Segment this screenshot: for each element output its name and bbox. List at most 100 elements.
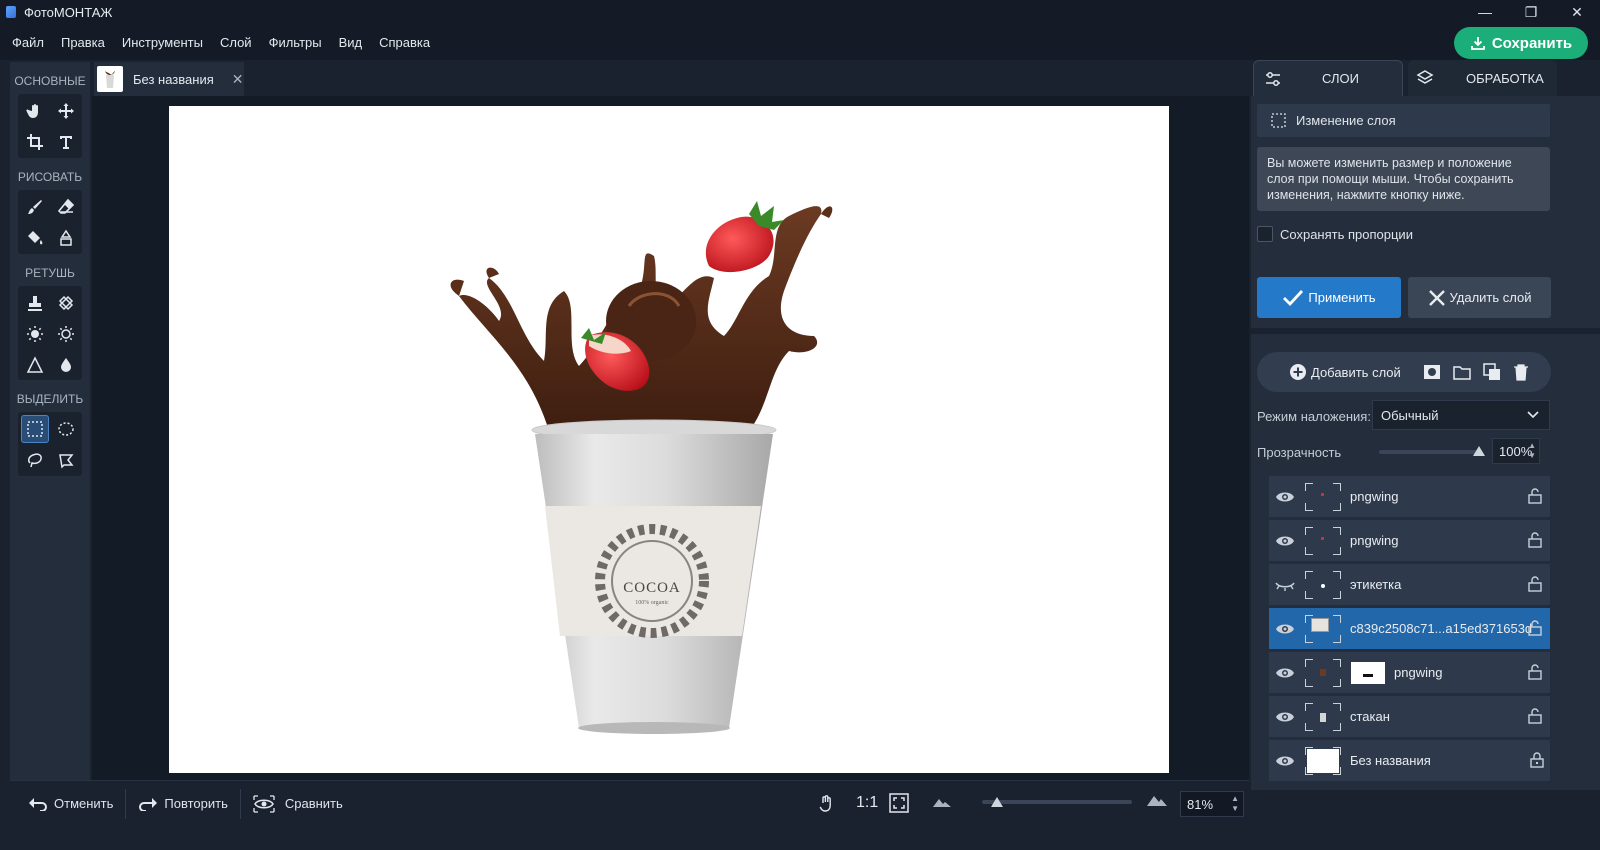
paint-bucket-icon — [28, 231, 43, 245]
tab-layers[interactable]: СЛОИ — [1253, 60, 1403, 96]
menu-edit[interactable]: Правка — [61, 35, 105, 50]
zoom-value: 81% — [1187, 796, 1214, 812]
layer-row[interactable]: Без названия — [1269, 740, 1550, 781]
shapes-tool[interactable] — [52, 224, 80, 252]
zoom-out-icon[interactable] — [932, 796, 952, 811]
blur-tool[interactable] — [52, 351, 80, 379]
layers-toolbar: Добавить слой — [1257, 352, 1551, 392]
layer-row[interactable]: стакан — [1269, 696, 1550, 737]
lock-closed-icon[interactable] — [1530, 752, 1544, 771]
lock-open-icon[interactable] — [1528, 576, 1544, 595]
zoom-slider-thumb[interactable] — [991, 797, 1003, 807]
redo-button[interactable]: Повторить — [138, 796, 228, 811]
mask-icon[interactable] — [1423, 364, 1441, 380]
text-icon — [60, 136, 72, 149]
section-select-label: ВЫДЕЛИТЬ — [16, 392, 84, 406]
layer-row[interactable]: pngwing — [1269, 652, 1550, 693]
eye-icon[interactable] — [1271, 491, 1299, 503]
restore-button[interactable]: ❐ — [1508, 0, 1554, 24]
lock-open-icon[interactable] — [1528, 532, 1544, 551]
stamp-tool[interactable] — [21, 289, 49, 317]
compare-button[interactable]: Сравнить — [253, 794, 343, 813]
layer-thumbnail — [1305, 570, 1341, 599]
rect-select-tool[interactable] — [21, 415, 49, 443]
ellipse-select-tool[interactable] — [52, 415, 80, 443]
menu-view[interactable]: Вид — [339, 35, 363, 50]
lock-open-icon[interactable] — [1528, 664, 1544, 683]
lock-open-icon[interactable] — [1528, 488, 1544, 507]
document-tab[interactable]: Без названия ✕ — [94, 62, 244, 96]
close-button[interactable]: ✕ — [1554, 0, 1600, 24]
opacity-value-field[interactable]: 100% ▲ ▼ — [1492, 438, 1540, 464]
redo-label: Повторить — [164, 796, 228, 811]
polygon-lasso-tool[interactable] — [52, 446, 80, 474]
folder-icon[interactable] — [1453, 364, 1471, 380]
eye-icon[interactable] — [1271, 623, 1299, 635]
fill-tool[interactable] — [21, 224, 49, 252]
burn-tool[interactable] — [52, 320, 80, 348]
text-tool[interactable] — [52, 128, 80, 156]
layer-name: стакан — [1350, 709, 1390, 724]
lock-open-icon[interactable] — [1528, 620, 1544, 639]
rect-select-icon — [1271, 113, 1286, 128]
menu-filters[interactable]: Фильтры — [269, 35, 322, 50]
zoom-slider[interactable] — [982, 800, 1132, 804]
pan-icon[interactable] — [816, 793, 836, 816]
eye-closed-icon[interactable] — [1271, 579, 1299, 591]
layer-row[interactable]: pngwing — [1269, 520, 1550, 561]
blend-mode-select[interactable]: Обычный — [1372, 400, 1550, 430]
menu-help[interactable]: Справка — [379, 35, 430, 50]
eye-icon[interactable] — [1271, 711, 1299, 723]
checkbox-box[interactable] — [1257, 226, 1273, 242]
undo-button[interactable]: Отменить — [28, 796, 113, 811]
eye-icon[interactable] — [1271, 755, 1299, 767]
tab-processing[interactable]: ОБРАБОТКА — [1408, 60, 1557, 96]
eraser-tool[interactable] — [52, 193, 80, 221]
close-tab-icon[interactable]: ✕ — [232, 71, 244, 88]
layer-row[interactable]: c839c2508c71...a15ed371653d — [1269, 608, 1550, 649]
layer-mask-thumbnail — [1351, 661, 1385, 684]
keep-proportions-checkbox[interactable]: Сохранять пропорции — [1257, 226, 1413, 242]
document-name: Без названия — [133, 71, 214, 87]
zoom-value-field[interactable]: 81% ▲ ▼ — [1180, 791, 1244, 817]
menu-tools[interactable]: Инструменты — [122, 35, 203, 50]
crop-tool[interactable] — [21, 128, 49, 156]
right-panel: СЛОИ ОБРАБОТКА Изменение слоя Вы можете … — [1251, 60, 1600, 850]
dodge-tool[interactable] — [21, 320, 49, 348]
layer-name: Без названия — [1350, 753, 1431, 768]
fit-screen-icon[interactable] — [889, 793, 909, 816]
healing-tool[interactable] — [52, 289, 80, 317]
opacity-spinner-icon[interactable]: ▲ ▼ — [1528, 441, 1536, 461]
minimize-button[interactable]: — — [1462, 0, 1508, 24]
hand-tool[interactable] — [21, 97, 49, 125]
opacity-slider[interactable] — [1379, 450, 1479, 454]
menu-layer[interactable]: Слой — [220, 35, 252, 50]
sharpen-tool[interactable] — [21, 351, 49, 379]
zoom-spinner-icon[interactable]: ▲ ▼ — [1231, 794, 1239, 814]
layer-thumbnail — [1305, 702, 1341, 731]
lock-open-icon[interactable] — [1528, 708, 1544, 727]
add-layer-button[interactable]: Добавить слой — [1289, 363, 1401, 381]
lasso-tool[interactable] — [21, 446, 49, 474]
eye-icon[interactable] — [1271, 535, 1299, 547]
layer-row[interactable]: pngwing — [1269, 476, 1550, 517]
zoom-in-icon[interactable] — [1146, 793, 1168, 810]
tool-group-draw — [18, 190, 82, 254]
save-button[interactable]: Сохранить — [1454, 27, 1588, 59]
trash-icon[interactable] — [1513, 363, 1529, 381]
delete-layer-button[interactable]: Удалить слой — [1408, 277, 1551, 318]
cocoa-label-subtext: 100% organic — [635, 600, 669, 606]
opacity-slider-thumb[interactable] — [1473, 446, 1485, 456]
eye-icon[interactable] — [1271, 667, 1299, 679]
actual-size-button[interactable]: 1:1 — [856, 794, 878, 812]
brush-tool[interactable] — [21, 193, 49, 221]
move-tool[interactable] — [52, 97, 80, 125]
menu-file[interactable]: Файл — [12, 35, 44, 50]
image-canvas[interactable]: COCOA 100% organic — [169, 106, 1169, 773]
menu-bar: Файл Правка Инструменты Слой Фильтры Вид… — [0, 24, 1600, 60]
layer-thumbnail — [1305, 614, 1341, 643]
apply-button[interactable]: Применить — [1257, 277, 1401, 318]
layer-row[interactable]: этикетка — [1269, 564, 1550, 605]
layer-edit-title: Изменение слоя — [1296, 113, 1396, 128]
duplicate-icon[interactable] — [1483, 363, 1501, 381]
